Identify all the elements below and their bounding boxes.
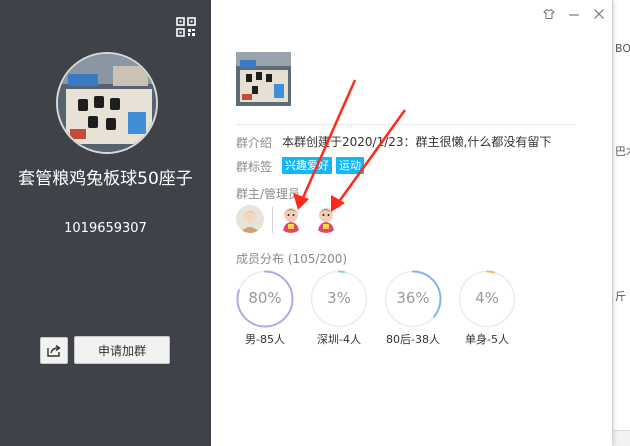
skin-icon[interactable] (542, 8, 556, 22)
group-photo[interactable] (236, 52, 291, 106)
stat-label: 男-85人 (245, 333, 285, 346)
stat-value: 36% (396, 289, 430, 307)
intro-text: 本群创建于2020/1/23：群主很懒,什么都没有留下 (282, 135, 552, 149)
member-stat-age[interactable]: 36% (384, 270, 442, 328)
tag-interest[interactable]: 兴趣爱好 (282, 157, 332, 174)
admins-label: 群主/管理员 (236, 187, 301, 201)
minimize-icon[interactable] (567, 8, 581, 22)
background-right-strip: BOY 巴木 斤 (612, 0, 630, 446)
group-id: 1019659307 (64, 221, 147, 236)
section-divider (236, 124, 576, 125)
admin-avatar[interactable] (312, 205, 340, 233)
stat-value: 80% (248, 289, 282, 307)
left-panel: 套管粮鸡兔板球50座子 1019659307 申请加群 (0, 0, 211, 446)
group-avatar (56, 52, 158, 154)
member-stat-gender[interactable]: 80% (236, 270, 294, 328)
stat-value: 4% (475, 289, 499, 307)
bg-fragment: 斤 (615, 290, 626, 303)
qr-code-icon[interactable] (176, 17, 196, 37)
member-stat-city[interactable]: 3% (310, 270, 368, 328)
group-info-dialog: 套管粮鸡兔板球50座子 1019659307 申请加群 群介绍 本群创建于202… (0, 0, 612, 446)
bg-fragment: 巴木 (615, 145, 630, 158)
owner-avatar[interactable] (236, 205, 264, 233)
tags-label: 群标签 (236, 160, 273, 174)
close-icon[interactable] (592, 8, 606, 22)
stat-label: 深圳-4人 (317, 333, 361, 346)
bg-fragment: BOY (615, 42, 630, 55)
intro-label: 群介绍 (236, 136, 273, 150)
share-icon (47, 344, 61, 357)
admin-separator (272, 207, 273, 233)
member-stat-single[interactable]: 4% (458, 270, 516, 328)
members-title: 成员分布 (105/200) (236, 252, 348, 266)
join-group-button[interactable]: 申请加群 (74, 336, 170, 364)
share-button[interactable] (40, 337, 68, 364)
admin-avatar[interactable] (277, 205, 305, 233)
stat-value: 3% (327, 289, 351, 307)
stat-label: 80后-38人 (386, 333, 440, 346)
group-name: 套管粮鸡兔板球50座子 (18, 169, 193, 189)
stat-label: 单身-5人 (465, 333, 509, 346)
tag-sport[interactable]: 运动 (336, 157, 364, 174)
